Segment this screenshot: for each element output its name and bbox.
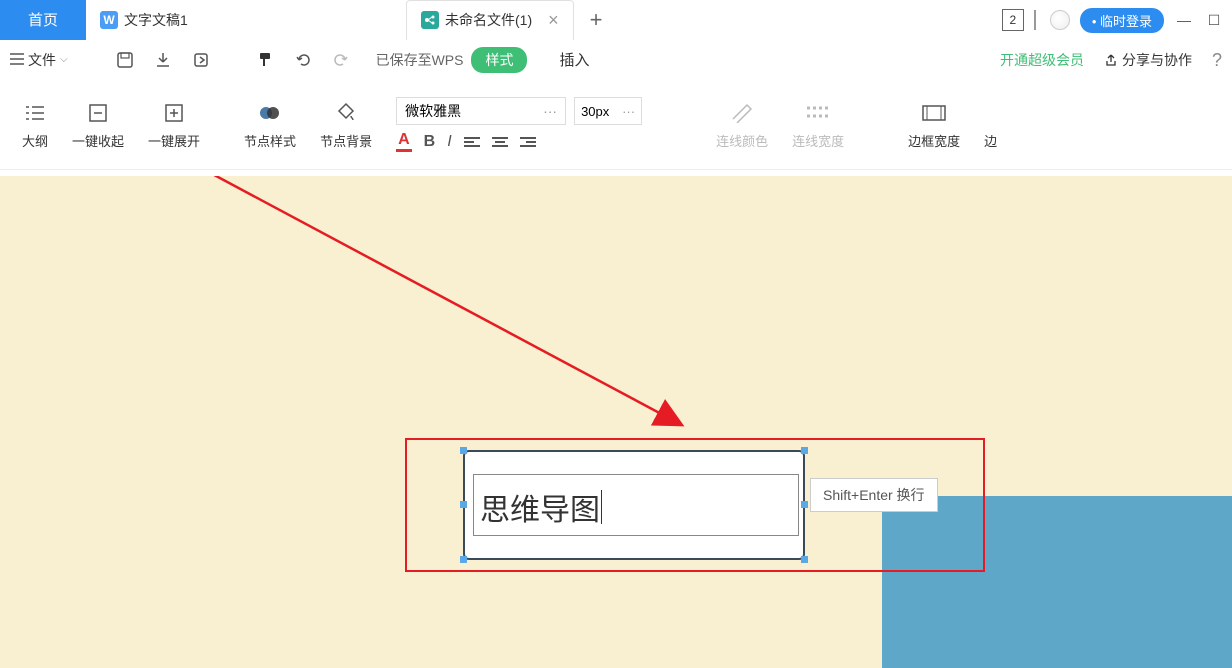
line-color-button[interactable]: 连线颜色 — [704, 85, 780, 165]
line-width-button[interactable]: 连线宽度 — [780, 85, 856, 165]
text-color-button[interactable]: A — [396, 131, 412, 152]
border-more-button[interactable]: 边 — [972, 85, 997, 165]
format-painter-button[interactable] — [252, 47, 278, 73]
tab-doc1[interactable]: W 文字文稿1 — [86, 0, 406, 40]
help-button[interactable]: ? — [1212, 50, 1222, 71]
hamburger-icon — [10, 52, 24, 68]
resize-handle[interactable] — [801, 501, 808, 508]
node-bg-button[interactable]: 节点背景 — [308, 85, 384, 165]
font-group: 微软雅黑 ··· 30px ··· A B I — [384, 97, 654, 152]
insert-tab[interactable]: 插入 — [559, 49, 589, 70]
titlebar-right: 2 • 临时登录 — ☐ — [1002, 0, 1224, 40]
undo-button[interactable] — [290, 47, 316, 73]
collapse-all-button[interactable]: 一键收起 — [60, 85, 136, 165]
style-tab[interactable]: 样式 — [471, 47, 527, 73]
share-icon — [1104, 53, 1118, 67]
ribbon: 大纲 一键收起 一键展开 节点样式 节点背景 微软雅黑 ··· — [0, 80, 1232, 170]
file-menu-button[interactable]: 文件 ⌵ — [10, 50, 68, 70]
titlebar: 首页 W 文字文稿1 未命名文件(1) × + 2 • 临时登录 — ☐ — [0, 0, 1232, 40]
save-status-text: 已保存至WPS — [376, 50, 464, 70]
resize-handle[interactable] — [801, 556, 808, 563]
chevron-down-icon: ⌵ — [60, 54, 68, 65]
canvas[interactable]: 思维导图 Shift+Enter 换行 — [0, 176, 1232, 668]
node-text-input[interactable]: 思维导图 — [473, 474, 799, 536]
redo-button[interactable] — [328, 47, 354, 73]
resize-handle[interactable] — [460, 447, 467, 454]
border-width-button[interactable]: 边框宽度 — [896, 85, 972, 165]
more-icon: ··· — [543, 103, 557, 119]
annotation-arrow — [130, 176, 730, 466]
font-family-select[interactable]: 微软雅黑 ··· — [396, 97, 566, 125]
download-button[interactable] — [150, 47, 176, 73]
text-cursor — [601, 490, 602, 524]
collapse-icon — [87, 99, 109, 127]
mindmap-root-node[interactable]: 思维导图 — [463, 450, 805, 560]
export-button[interactable] — [188, 47, 214, 73]
share-button[interactable]: 分享与协作 — [1104, 50, 1192, 70]
notification-badge[interactable]: 2 — [1002, 9, 1024, 31]
tab-active-label: 未命名文件(1) — [445, 10, 532, 30]
tooltip: Shift+Enter 换行 — [810, 478, 938, 512]
align-left-button[interactable] — [464, 137, 480, 147]
expand-all-button[interactable]: 一键展开 — [136, 85, 212, 165]
tab-new-button[interactable]: + — [574, 0, 619, 40]
tab-home[interactable]: 首页 — [0, 0, 86, 40]
align-right-button[interactable] — [520, 137, 536, 147]
tab-doc1-label: 文字文稿1 — [124, 10, 188, 30]
italic-button[interactable]: I — [447, 133, 451, 151]
line-color-icon — [731, 99, 753, 127]
bold-button[interactable]: B — [424, 133, 436, 151]
tab-active[interactable]: 未命名文件(1) × — [406, 0, 574, 40]
node-bg-icon — [335, 99, 357, 127]
login-status[interactable]: • 临时登录 — [1080, 8, 1164, 33]
divider-icon — [1034, 10, 1040, 30]
mindmap-icon — [421, 11, 439, 29]
avatar-icon[interactable] — [1050, 10, 1070, 30]
align-center-button[interactable] — [492, 137, 508, 147]
outline-icon — [24, 99, 46, 127]
minimize-button[interactable]: — — [1174, 12, 1194, 28]
resize-handle[interactable] — [460, 501, 467, 508]
outline-button[interactable]: 大纲 — [10, 85, 60, 165]
font-size-select[interactable]: 30px ··· — [574, 97, 642, 125]
save-button[interactable] — [112, 47, 138, 73]
tab-close-button[interactable]: × — [548, 10, 559, 31]
node-style-icon — [258, 99, 282, 127]
maximize-button[interactable]: ☐ — [1204, 12, 1224, 29]
expand-icon — [163, 99, 185, 127]
resize-handle[interactable] — [460, 556, 467, 563]
vip-link[interactable]: 开通超级会员 — [1000, 50, 1084, 70]
line-width-icon — [805, 99, 831, 127]
border-width-icon — [921, 99, 947, 127]
toolbar: 文件 ⌵ 已保存至WPS 样式 插入 开通超级会员 分享与协作 ? — [0, 40, 1232, 80]
resize-handle[interactable] — [801, 447, 808, 454]
node-style-button[interactable]: 节点样式 — [232, 85, 308, 165]
more-icon: ··· — [622, 104, 635, 119]
word-doc-icon: W — [100, 11, 118, 29]
